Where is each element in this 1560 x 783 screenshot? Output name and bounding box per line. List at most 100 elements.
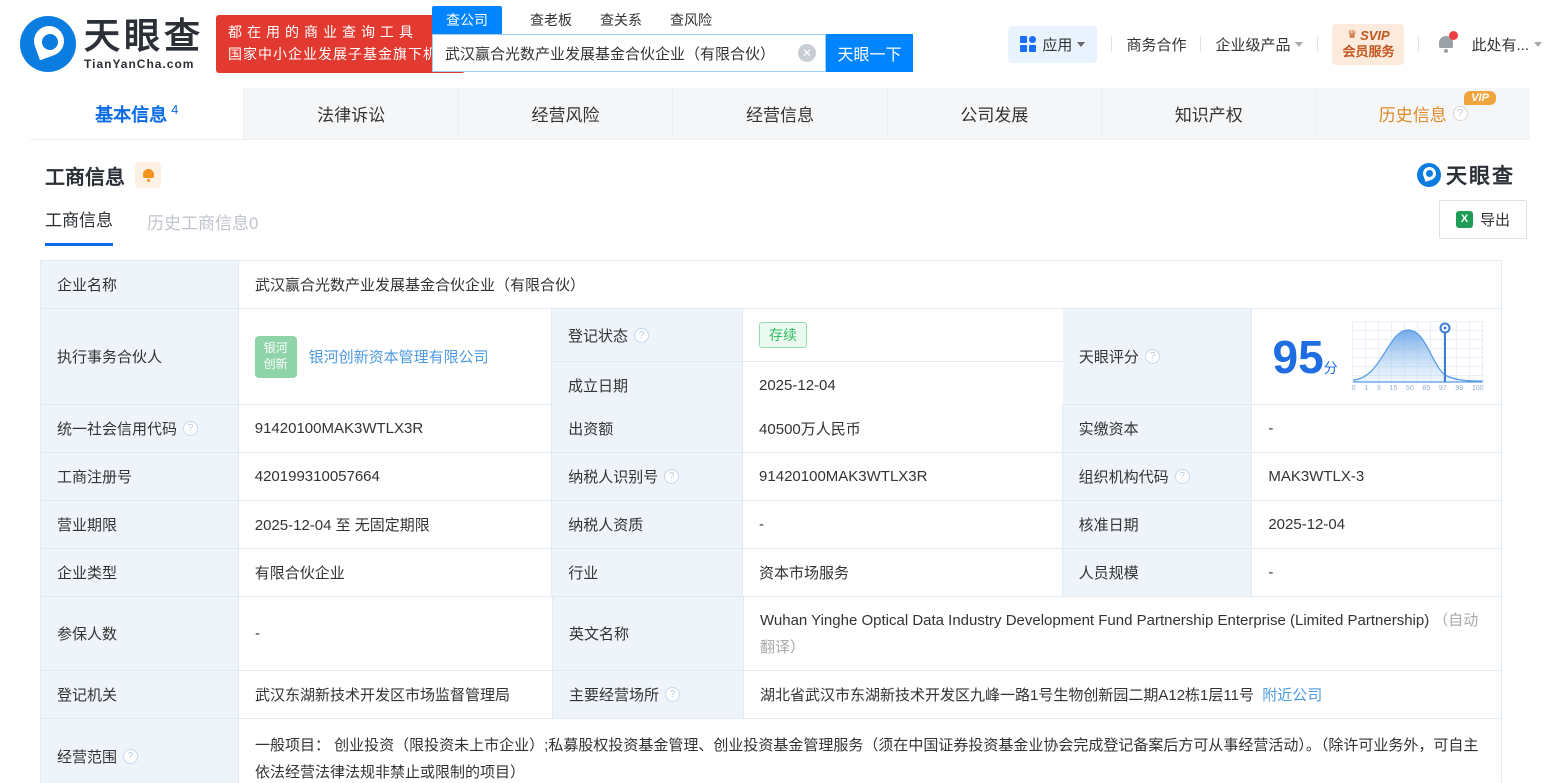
crown-icon: ♛ (1347, 29, 1357, 43)
question-icon[interactable]: ? (1145, 349, 1160, 364)
reg-number-label: 工商注册号 (41, 453, 239, 500)
tab-history-info-label: 历史信息 (1379, 101, 1447, 126)
taxpayer-id-label: 纳税人识别号 (568, 466, 658, 487)
insured-count-label: 参保人数 (41, 597, 239, 670)
business-coop-link[interactable]: 商务合作 (1126, 34, 1186, 55)
address-text: 湖北省武汉市东湖新技术开发区九峰一路1号生物创新园二期A12栋1层11号 (760, 687, 1254, 704)
tab-basic-info-count: 4 (171, 102, 178, 117)
capital-value: 40500万人民币 (743, 405, 1063, 452)
bell-icon (142, 169, 155, 182)
question-icon[interactable]: ? (1453, 106, 1468, 121)
industry-label: 行业 (552, 549, 743, 596)
question-icon[interactable]: ? (634, 328, 649, 343)
staff-size-value: - (1252, 549, 1501, 596)
search-tab-risk[interactable]: 查风险 (670, 6, 712, 34)
search-button[interactable]: 天眼一下 (826, 34, 913, 72)
subscribe-bell-button[interactable] (135, 162, 161, 188)
english-name-value: Wuhan Yinghe Optical Data Industry Devel… (744, 597, 1501, 670)
caret-down-icon (1534, 42, 1542, 47)
logo-domain-text: TianYanCha.com (84, 57, 204, 71)
english-name-label: 英文名称 (553, 597, 744, 670)
subtab-history-business-info[interactable]: 历史工商信息0 (147, 209, 258, 246)
table-row: 企业名称 武汉赢合光数产业发展基金合伙企业（有限合伙） (41, 261, 1501, 309)
table-row: 统一社会信用代码? 91420100MAK3WTLX3R 出资额 40500万人… (41, 405, 1501, 453)
caret-down-icon (1077, 42, 1085, 47)
avatar-line1: 银河 (264, 341, 288, 357)
nearby-companies-link[interactable]: 附近公司 (1262, 687, 1322, 704)
tab-history-info[interactable]: VIP 历史信息 ? (1317, 88, 1530, 139)
score-axis-labels: 0131550859799100 (1352, 385, 1484, 392)
company-type-label: 企业类型 (41, 549, 239, 596)
paid-capital-value: - (1252, 405, 1501, 452)
svip-membership-button[interactable]: ♛SVIP 会员服务 (1332, 24, 1404, 65)
export-label: 导出 (1480, 209, 1510, 230)
tab-operation-info[interactable]: 经营信息 (673, 88, 887, 139)
company-name-label: 企业名称 (41, 261, 239, 308)
svip-sub-label: 会员服务 (1342, 44, 1394, 60)
apps-grid-icon (1020, 36, 1036, 52)
bell-curve (1354, 330, 1482, 382)
user-menu[interactable]: 此处有... (1471, 34, 1542, 55)
establish-date-value: 2025-12-04 (743, 362, 1063, 409)
table-row: 工商注册号 420199310057664 纳税人识别号? 91420100MA… (41, 453, 1501, 501)
paid-capital-label: 实缴资本 (1063, 405, 1253, 452)
credit-code-value: 91420100MAK3WTLX3R (239, 405, 553, 452)
search-input[interactable] (432, 34, 826, 72)
search-tab-company[interactable]: 查公司 (432, 6, 502, 34)
reg-status-label-cell: 登记状态? (552, 309, 743, 361)
tab-operation-risk[interactable]: 经营风险 (459, 88, 673, 139)
score-marker-dot (1443, 327, 1446, 330)
business-info-table: 企业名称 武汉赢合光数产业发展基金合伙企业（有限合伙） 执行事务合伙人 银河 创… (40, 260, 1502, 783)
tianyancha-logo-icon (20, 16, 76, 72)
approval-date-label: 核准日期 (1063, 501, 1253, 548)
enterprise-products-menu[interactable]: 企业级产品 (1215, 34, 1303, 55)
org-code-value: MAK3WTLX-3 (1252, 453, 1501, 500)
main-address-label: 主要经营场所 (569, 684, 659, 705)
question-icon[interactable]: ? (183, 421, 198, 436)
establish-date-label: 成立日期 (552, 362, 743, 409)
main-address-label-cell: 主要经营场所? (553, 671, 744, 718)
company-nav-tabs: 基本信息 4 法律诉讼 经营风险 经营信息 公司发展 知识产权 VIP 历史信息… (30, 88, 1530, 140)
tab-legal-litigation[interactable]: 法律诉讼 (244, 88, 458, 139)
english-name-text: Wuhan Yinghe Optical Data Industry Devel… (760, 612, 1429, 629)
search-clear-icon[interactable]: ✕ (798, 44, 816, 62)
table-row: 参保人数 - 英文名称 Wuhan Yinghe Optical Data In… (41, 597, 1501, 671)
org-code-label-cell: 组织机构代码? (1063, 453, 1253, 500)
credit-code-label: 统一社会信用代码 (57, 418, 177, 439)
partner-company-link[interactable]: 银河创新资本管理有限公司 (309, 346, 489, 367)
section-title: 工商信息 (45, 161, 125, 190)
taxpayer-quali-value: - (743, 501, 1063, 548)
top-header: 天眼查 TianYanCha.com 都在用的商业查询工具 国家中小企业发展子基… (0, 0, 1560, 88)
notifications-button[interactable] (1437, 35, 1455, 53)
insured-count-value: - (239, 597, 553, 670)
question-icon[interactable]: ? (665, 687, 680, 702)
apps-menu[interactable]: 应用 (1008, 26, 1097, 63)
question-icon[interactable]: ? (123, 749, 138, 764)
business-scope-value: 一般项目： 创业投资（限投资未上市企业）;私募股权投资基金管理、创业投资基金管理… (239, 719, 1501, 783)
reg-authority-label: 登记机关 (41, 671, 239, 718)
subtab-business-info[interactable]: 工商信息 (45, 206, 113, 246)
question-icon[interactable]: ? (1175, 469, 1190, 484)
tab-intellectual-property[interactable]: 知识产权 (1102, 88, 1316, 139)
business-scope-label: 经营范围 (57, 746, 117, 767)
staff-size-label: 人员规模 (1063, 549, 1253, 596)
executive-partner-cell: 银河 创新 银河创新资本管理有限公司 (239, 309, 552, 404)
business-scope-label-cell: 经营范围? (41, 719, 239, 783)
tianyancha-logo[interactable]: 天眼查 TianYanCha.com (20, 16, 204, 72)
tyc-score-label: 天眼评分 (1079, 346, 1139, 367)
tyc-score-label-cell: 天眼评分? (1063, 309, 1253, 404)
reg-authority-value: 武汉东湖新技术开发区市场监督管理局 (239, 671, 553, 718)
avatar-line2: 创新 (264, 357, 288, 373)
export-button[interactable]: X 导出 (1439, 200, 1527, 239)
apps-label: 应用 (1042, 34, 1072, 55)
search-tab-boss[interactable]: 查老板 (530, 6, 572, 34)
excel-icon: X (1456, 211, 1473, 228)
table-row: 执行事务合伙人 银河 创新 银河创新资本管理有限公司 登记状态? 存续 成立日期… (41, 309, 1501, 405)
watermark-text: 天眼查 (1446, 160, 1515, 190)
executive-partner-label: 执行事务合伙人 (41, 309, 239, 404)
question-icon[interactable]: ? (664, 469, 679, 484)
tab-basic-info[interactable]: 基本信息 4 (30, 88, 244, 139)
tab-company-development[interactable]: 公司发展 (888, 88, 1102, 139)
tab-basic-info-label: 基本信息 (95, 101, 167, 127)
search-tab-relation[interactable]: 查关系 (600, 6, 642, 34)
